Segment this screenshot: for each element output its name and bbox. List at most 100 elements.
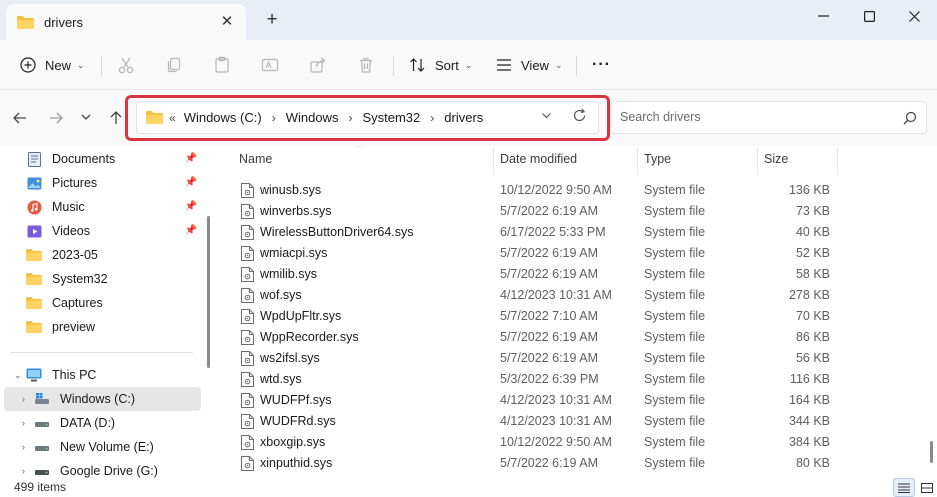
close-window-button[interactable] <box>891 0 937 32</box>
chevron-right-icon[interactable]: › <box>348 111 352 125</box>
column-header-date-modified[interactable]: Date modified <box>500 152 577 166</box>
column-divider[interactable] <box>757 148 758 174</box>
table-row[interactable]: WpdUpFltr.sys 5/7/2022 7:10 AM System file… <box>220 306 920 327</box>
column-header-size[interactable]: Size <box>764 152 788 166</box>
file-size: 344 KB <box>788 414 830 428</box>
recent-locations-button[interactable] <box>76 110 96 128</box>
column-divider[interactable] <box>837 148 838 174</box>
file-date-modified: 5/7/2022 6:19 AM <box>500 246 598 260</box>
file-name: WUDFPf.sys <box>260 393 332 407</box>
table-row[interactable]: WUDFRd.sys 4/12/2023 10:31 AM System file 3… <box>220 411 920 432</box>
pin-icon[interactable]: 📌 <box>185 153 197 164</box>
table-row[interactable]: wmilib.sys 5/7/2022 6:19 AM System file 58 … <box>220 264 920 285</box>
chevron-right-icon[interactable]: › <box>22 466 25 476</box>
file-name: wmiacpi.sys <box>260 246 328 260</box>
copy-icon <box>167 57 181 73</box>
file-name: winverbs.sys <box>260 204 332 218</box>
tab-drivers[interactable]: drivers ✕ <box>6 4 246 40</box>
file-date-modified: 5/7/2022 6:19 AM <box>500 204 598 218</box>
file-name: wtd.sys <box>260 372 302 386</box>
sidebar-item-this-pc[interactable]: ⌄ This PC <box>4 363 201 387</box>
sidebar-item-videos[interactable]: Videos 📌 <box>4 219 201 243</box>
share-button[interactable] <box>309 50 327 80</box>
breadcrumb-drivers[interactable]: drivers <box>444 110 483 125</box>
file-name: wof.sys <box>260 288 302 302</box>
system-file-icon <box>241 288 254 306</box>
sidebar-item-2023-05[interactable]: 2023-05 <box>4 243 201 267</box>
close-tab-icon[interactable]: ✕ <box>218 13 236 31</box>
breadcrumb-windows[interactable]: Windows <box>286 110 339 125</box>
forward-button[interactable] <box>46 110 66 128</box>
tiles-view-button[interactable] <box>916 478 937 497</box>
maximize-button[interactable] <box>846 0 892 32</box>
file-name: WpdUpFltr.sys <box>260 309 342 323</box>
file-date-modified: 5/7/2022 6:19 AM <box>500 456 598 470</box>
copy-button[interactable] <box>165 50 183 80</box>
chevron-right-icon[interactable]: › <box>22 442 25 452</box>
address-bar[interactable]: « Windows (C:) › Windows › System32 › dr… <box>136 101 599 134</box>
chevron-right-icon[interactable]: › <box>22 394 25 404</box>
rename-button[interactable] <box>261 50 279 80</box>
delete-button[interactable] <box>357 50 375 80</box>
table-row[interactable]: xboxgip.sys 10/12/2022 9:50 AM System file… <box>220 432 920 453</box>
pin-icon[interactable]: 📌 <box>185 201 197 212</box>
breadcrumb-system32[interactable]: System32 <box>362 110 420 125</box>
breadcrumb-overflow[interactable]: « <box>169 111 176 125</box>
cut-button[interactable] <box>117 50 135 80</box>
sidebar-item-windows-c[interactable]: › Windows (C:) <box>4 387 201 411</box>
view-button[interactable]: View ⌄ <box>496 50 563 80</box>
file-type: System file <box>644 309 706 323</box>
sidebar-item-data-d[interactable]: › DATA (D:) <box>4 411 201 435</box>
up-button[interactable] <box>106 110 126 128</box>
sidebar-item-preview[interactable]: preview <box>4 315 201 339</box>
table-row[interactable]: wmiacpi.sys 5/7/2022 6:19 AM System file 52… <box>220 243 920 264</box>
table-row[interactable]: wtd.sys 5/3/2022 6:39 PM System file 116 KB <box>220 369 920 390</box>
pin-icon[interactable]: 📌 <box>185 177 197 188</box>
refresh-icon[interactable] <box>572 108 587 127</box>
paste-button[interactable] <box>213 50 231 80</box>
new-button[interactable]: New ⌄ <box>20 50 85 80</box>
sidebar-item-system32[interactable]: System32 <box>4 267 201 291</box>
table-row[interactable]: wof.sys 4/12/2023 10:31 AM System file 278 … <box>220 285 920 306</box>
sidebar-item-captures[interactable]: Captures <box>4 291 201 315</box>
chevron-right-icon[interactable]: › <box>22 418 25 428</box>
sidebar-item-google-drive-g[interactable]: › Google Drive (G:) <box>4 459 201 478</box>
sidebar-item-music[interactable]: Music 📌 <box>4 195 201 219</box>
column-divider[interactable] <box>493 148 494 174</box>
sidebar-item-new-volume-e[interactable]: › New Volume (E:) <box>4 435 201 459</box>
back-button[interactable] <box>10 110 30 128</box>
sidebar-scrollbar[interactable] <box>207 216 210 368</box>
column-divider[interactable] <box>637 148 638 174</box>
table-row[interactable]: WirelessButtonDriver64.sys 6/17/2022 5:33… <box>220 222 920 243</box>
column-header-type[interactable]: Type <box>644 152 671 166</box>
sidebar-item-documents[interactable]: Documents 📌 <box>4 147 201 171</box>
breadcrumb-windows-c[interactable]: Windows (C:) <box>184 110 262 125</box>
see-more-button[interactable]: ··· <box>592 50 611 80</box>
file-size: 56 KB <box>795 351 830 365</box>
file-date-modified: 6/17/2022 5:33 PM <box>500 225 606 239</box>
new-tab-button[interactable]: + <box>262 10 282 30</box>
chevron-right-icon[interactable]: › <box>272 111 276 125</box>
details-view-button[interactable] <box>893 478 915 497</box>
sort-button[interactable]: Sort ⌄ <box>409 50 472 80</box>
file-list-scrollbar[interactable] <box>930 441 933 463</box>
table-row[interactable]: xinputhid.sys 5/7/2022 6:19 AM System file… <box>220 453 920 474</box>
table-row[interactable]: WUDFPf.sys 4/12/2023 10:31 AM System file 1… <box>220 390 920 411</box>
chevron-right-icon[interactable]: › <box>430 111 434 125</box>
sidebar-item-pictures[interactable]: Pictures 📌 <box>4 171 201 195</box>
file-type: System file <box>644 393 706 407</box>
music-icon <box>26 200 42 214</box>
table-row[interactable]: winusb.sys 10/12/2022 9:50 AM System file 1… <box>220 180 920 201</box>
table-row[interactable]: winverbs.sys 5/7/2022 6:19 AM System file 7… <box>220 201 920 222</box>
column-header-name[interactable]: Name <box>239 152 272 166</box>
address-dropdown-icon[interactable] <box>541 110 552 124</box>
search-box[interactable] <box>610 101 927 134</box>
table-row[interactable]: ws2ifsl.sys 5/7/2022 6:19 AM System file 56… <box>220 348 920 369</box>
pin-icon[interactable]: 📌 <box>185 225 197 236</box>
chevron-down-icon[interactable]: ⌄ <box>14 370 22 381</box>
minimize-button[interactable] <box>800 0 846 32</box>
sidebar-item-label: Music <box>52 200 85 214</box>
table-row[interactable]: WppRecorder.sys 5/7/2022 6:19 AM System fi… <box>220 327 920 348</box>
search-input[interactable] <box>620 110 890 124</box>
more-icon: ··· <box>592 56 611 73</box>
